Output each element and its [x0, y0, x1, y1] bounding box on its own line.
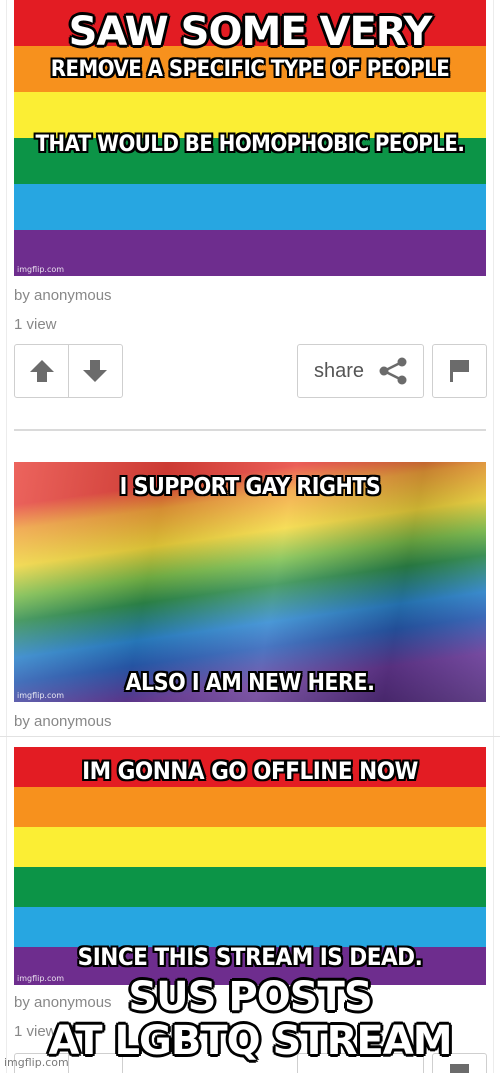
meme-bottom-caption-line1: SUS POSTS — [128, 974, 372, 1020]
share-label: share — [314, 360, 365, 382]
image-text-top: REMOVE A SPECIFIC TYPE OF PEOPLE — [50, 57, 450, 82]
share-button[interactable]: share — [297, 344, 424, 398]
share-icon — [379, 357, 407, 385]
meme-bottom-caption-line2: AT LGBTQ STREAM — [48, 1018, 452, 1064]
post-card-2: I SUPPORT GAY RIGHTS ALSO I AM NEW HERE.… — [0, 432, 500, 736]
image-text-top: I SUPPORT GAY RIGHTS — [119, 474, 381, 500]
post-card-1: REMOVE A SPECIFIC TYPE OF PEOPLE THAT WO… — [0, 0, 500, 432]
downvote-arrow-icon[interactable] — [82, 358, 108, 384]
post-image-2[interactable]: I SUPPORT GAY RIGHTS ALSO I AM NEW HERE.… — [14, 462, 486, 702]
vote-button-group — [14, 344, 123, 398]
post-image-3[interactable]: IM GONNA GO OFFLINE NOW SINCE THIS STREA… — [14, 747, 486, 985]
post-views: 1 view — [14, 316, 57, 333]
image-text-bottom: SINCE THIS STREAM IS DEAD. — [77, 943, 423, 971]
imgflip-watermark: imgflip.com — [4, 1056, 69, 1069]
post-author: by anonymous — [14, 713, 112, 730]
flag-button[interactable] — [432, 344, 487, 398]
image-watermark: imgflip.com — [17, 265, 65, 274]
image-text-top: IM GONNA GO OFFLINE NOW — [82, 757, 418, 785]
post-divider — [14, 429, 486, 431]
image-watermark: imgflip.com — [17, 691, 65, 700]
image-text-bottom: THAT WOULD BE HOMOPHOBIC PEOPLE. — [35, 132, 465, 157]
meme-top-caption: SAW SOME VERY — [68, 9, 433, 55]
image-text-bottom: ALSO I AM NEW HERE. — [125, 670, 375, 696]
upvote-arrow-icon[interactable] — [29, 358, 55, 384]
flag-icon — [450, 360, 469, 382]
post-author: by anonymous — [14, 287, 112, 304]
